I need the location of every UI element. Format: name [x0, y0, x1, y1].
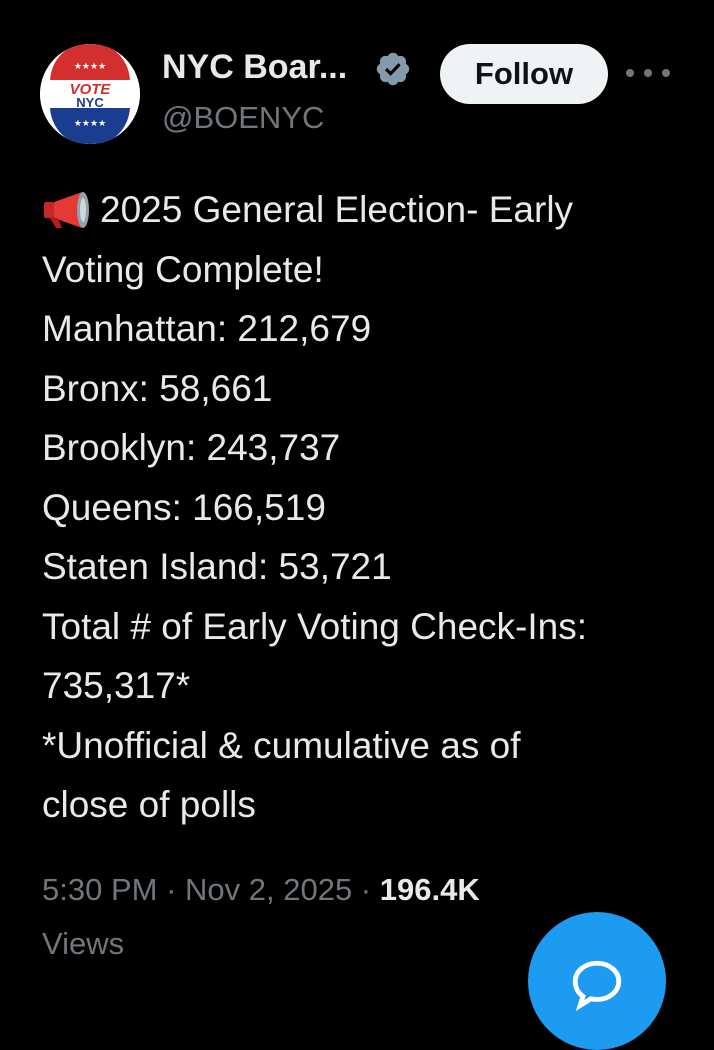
- logo-stars-bottom: ★★★★: [74, 119, 106, 129]
- tweet-line-text: 2025 General Election- Early: [100, 189, 574, 230]
- tweet-line: *Unofficial & cumulative as of: [42, 724, 521, 766]
- handle[interactable]: @BOENYC: [162, 100, 324, 136]
- verified-badge-icon: [376, 52, 410, 86]
- meta-separator: ·: [352, 872, 380, 907]
- tweet-date[interactable]: Nov 2, 2025: [185, 872, 352, 907]
- tweet-line: Manhattan: 212,679: [42, 308, 372, 349]
- tweet-meta: 5:30 PM · Nov 2, 2025 · 196.4K: [42, 872, 480, 908]
- compose-reply-button[interactable]: [528, 912, 666, 1050]
- tweet-line: Total # of Early Voting Check-Ins:: [42, 605, 587, 647]
- tweet-time[interactable]: 5:30 PM: [42, 872, 157, 907]
- avatar[interactable]: ★★★★ VOTE NYC ★★★★: [40, 44, 140, 144]
- views-count[interactable]: 196.4K: [380, 872, 480, 907]
- tweet-line: 735,317*: [42, 665, 191, 706]
- more-horizontal-icon[interactable]: [626, 58, 670, 88]
- vote-nyc-logo: ★★★★ VOTE NYC ★★★★: [40, 44, 140, 144]
- tweet-line: close of polls: [42, 784, 256, 825]
- views-label: Views: [42, 926, 125, 961]
- display-name[interactable]: NYC Boar...: [162, 48, 347, 87]
- reply-bubble-icon: [572, 960, 622, 1012]
- tweet-line: Voting Complete!: [42, 248, 324, 290]
- tweet-line: 2025 General Election- Early: [42, 180, 682, 240]
- megaphone-icon: [44, 191, 89, 228]
- logo-text-nyc: NYC: [76, 95, 104, 110]
- meta-separator: ·: [157, 872, 186, 907]
- follow-button[interactable]: Follow: [440, 44, 608, 104]
- tweet-line: Staten Island: 53,721: [42, 546, 392, 587]
- logo-stars-top: ★★★★: [74, 62, 106, 72]
- tweet-text: 2025 General Election- Early Voting Comp…: [42, 180, 682, 835]
- tweet-header: ★★★★ VOTE NYC ★★★★ NYC Boar... @BOENYC F…: [0, 0, 714, 160]
- tweet-line: Bronx: 58,661: [42, 367, 273, 409]
- tweet-line: Queens: 166,519: [42, 486, 326, 528]
- tweet-line: Brooklyn: 243,737: [42, 427, 341, 468]
